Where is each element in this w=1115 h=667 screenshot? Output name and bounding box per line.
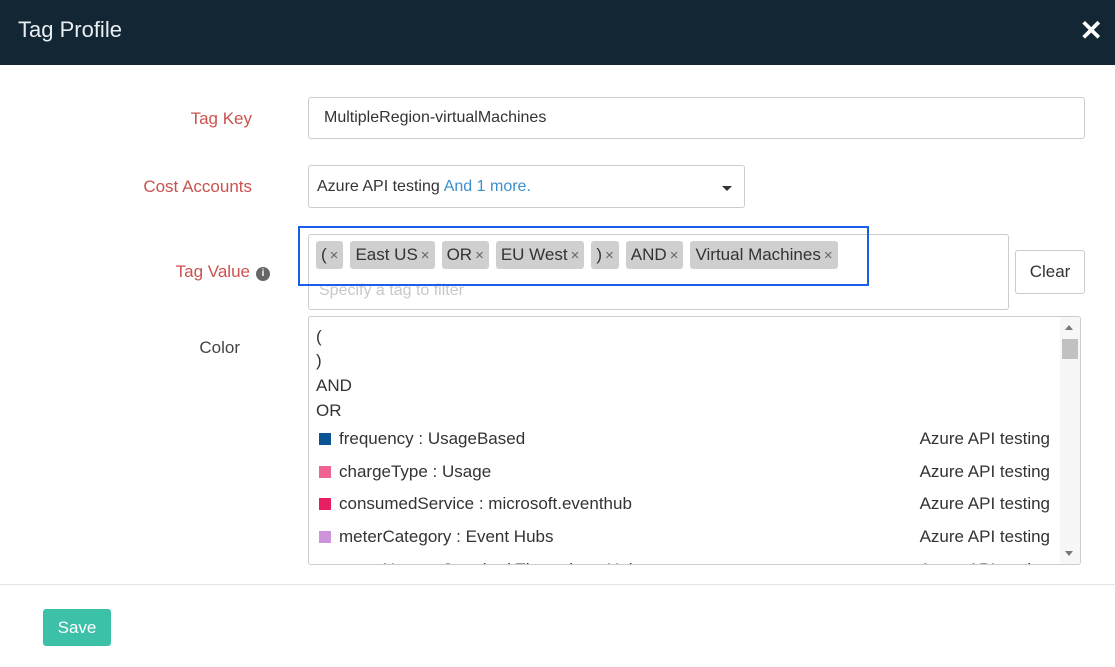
- scrollbar[interactable]: [1060, 317, 1080, 564]
- tag-name: meterCategory : Event Hubs: [339, 527, 554, 547]
- color-swatch: [319, 433, 331, 445]
- chevron-down-icon: [722, 186, 732, 191]
- list-item-operator[interactable]: (: [316, 327, 322, 347]
- tag-name: meterName : Standard Throughput Unit: [339, 560, 637, 564]
- dialog-header: Tag Profile ✕: [0, 0, 1115, 65]
- info-icon[interactable]: i: [256, 267, 270, 281]
- account-name: Azure API testing: [919, 461, 1050, 481]
- color-swatch: [319, 531, 331, 544]
- color-swatch: [319, 465, 331, 478]
- close-icon[interactable]: ✕: [1080, 14, 1103, 47]
- tag-name: consumedService : microsoft.eventhub: [339, 494, 632, 514]
- account-name: Azure API testing: [920, 560, 1050, 564]
- more-accounts-link[interactable]: And 1 more.: [444, 178, 531, 195]
- tag-name: chargeType : Usage: [339, 461, 492, 481]
- selected-account: Azure API testing: [317, 178, 440, 195]
- footer-divider: [0, 584, 1115, 585]
- tag-name: frequency : UsageBased: [339, 429, 526, 448]
- cost-accounts-label: Cost Accounts: [143, 177, 252, 196]
- highlight-box: [298, 226, 869, 286]
- account-name: Azure API testing: [919, 494, 1050, 514]
- color-label: Color: [199, 338, 240, 357]
- save-button[interactable]: Save: [43, 609, 111, 646]
- scroll-up-icon[interactable]: [1065, 325, 1073, 330]
- list-item-operator[interactable]: ): [316, 351, 322, 371]
- clear-button[interactable]: Clear: [1015, 250, 1085, 294]
- tag-value-label: Tag Value i: [30, 262, 270, 282]
- list-item[interactable]: chargeType : Usage Azure API testing: [319, 462, 1050, 482]
- dialog-title: Tag Profile: [18, 17, 122, 42]
- cost-accounts-select[interactable]: Azure API testing And 1 more.: [308, 165, 745, 208]
- scrollbar-thumb[interactable]: [1062, 339, 1078, 359]
- color-swatch: [319, 563, 331, 564]
- tag-value-label-text: Tag Value: [175, 262, 250, 281]
- list-item[interactable]: meterCategory : Event Hubs Azure API test…: [319, 527, 1050, 547]
- scroll-down-icon[interactable]: [1065, 551, 1073, 556]
- list-item-operator[interactable]: AND: [316, 376, 352, 396]
- list-item[interactable]: consumedService : microsoft.eventhub Azur…: [319, 494, 1050, 514]
- tag-key-label: Tag Key: [190, 109, 252, 128]
- color-swatch: [319, 498, 331, 511]
- tag-options-list[interactable]: ( ) AND OR frequency : UsageBased Azure A…: [308, 316, 1081, 565]
- account-name: Azure API testing: [919, 429, 1050, 448]
- list-item[interactable]: frequency : UsageBased Azure API testing: [319, 429, 1050, 449]
- tag-key-input[interactable]: MultipleRegion-virtualMachines: [308, 97, 1085, 139]
- list-item[interactable]: meterName : Standard Throughput Unit Azur…: [319, 560, 1050, 564]
- list-item-operator[interactable]: OR: [316, 401, 342, 421]
- account-name: Azure API testing: [919, 527, 1050, 547]
